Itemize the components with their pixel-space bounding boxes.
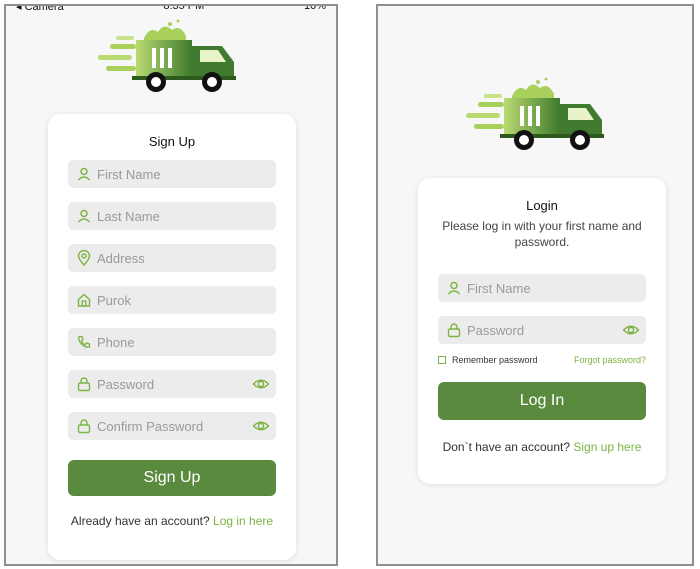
footer-text: Already have an account?	[70, 514, 210, 528]
user-icon	[76, 166, 92, 182]
last-name-field[interactable]	[68, 202, 276, 230]
purok-input[interactable]	[97, 292, 237, 308]
sign-up-button[interactable]: Sign Up	[68, 460, 276, 496]
login-screen: Login Please log in with your first name…	[376, 4, 694, 566]
lock-icon	[76, 418, 92, 434]
password-input[interactable]	[467, 322, 607, 338]
garbage-truck-logo	[460, 76, 620, 154]
last-name-input[interactable]	[97, 208, 237, 224]
eye-icon[interactable]	[622, 322, 640, 338]
login-footer: Don`t have an account? Sign up here	[438, 440, 646, 455]
signup-footer: Already have an account? Log in here	[58, 514, 286, 529]
signup-card: Sign Up First Name Last Name Address Pur…	[48, 114, 296, 560]
login-title: Login	[526, 198, 558, 213]
login-card: Login Please log in with your first name…	[418, 178, 666, 484]
address-field[interactable]	[68, 244, 276, 272]
login-subtitle: Please log in with your first name and p…	[442, 219, 642, 249]
eye-icon[interactable]	[252, 418, 270, 434]
remember-password[interactable]: Remember password	[438, 355, 538, 365]
log-in-button[interactable]: Log In	[438, 382, 646, 420]
lock-icon	[446, 322, 462, 338]
password-field[interactable]	[68, 370, 276, 398]
signup-link[interactable]: Sign up here	[573, 440, 641, 454]
first-name-field[interactable]	[68, 160, 276, 188]
phone-icon	[76, 334, 92, 350]
garbage-truck-logo	[92, 18, 252, 96]
status-left: ◂ Camera	[16, 4, 64, 13]
user-icon	[76, 208, 92, 224]
signup-screen: ◂ Camera 8:35 PM 10% Sign Up First Name …	[4, 4, 338, 566]
purok-field[interactable]	[68, 286, 276, 314]
remember-checkbox[interactable]	[438, 356, 446, 364]
phone-field[interactable]	[68, 328, 276, 356]
confirm-password-field[interactable]	[68, 412, 276, 440]
address-input[interactable]	[97, 250, 237, 266]
forgot-password-link[interactable]: Forgot password?	[574, 355, 646, 365]
first-name-input[interactable]	[97, 166, 237, 182]
lock-icon	[76, 376, 92, 392]
phone-input[interactable]	[97, 334, 237, 350]
eye-icon[interactable]	[252, 376, 270, 392]
status-bar: ◂ Camera 8:35 PM 10%	[6, 4, 336, 14]
home-icon	[76, 292, 92, 308]
footer-text: Don`t have an account?	[442, 440, 570, 454]
confirm-password-input[interactable]	[97, 418, 237, 434]
password-field[interactable]	[438, 316, 646, 344]
first-name-input[interactable]	[467, 280, 607, 296]
first-name-field[interactable]	[438, 274, 646, 302]
status-battery: 10%	[303, 4, 326, 12]
login-link[interactable]: Log in here	[213, 514, 273, 528]
status-time: 8:35 PM	[163, 4, 205, 12]
remember-label: Remember password	[452, 355, 538, 365]
user-icon	[446, 280, 462, 296]
password-input[interactable]	[97, 376, 237, 392]
signup-title: Sign Up	[148, 134, 196, 149]
location-pin-icon	[76, 250, 92, 266]
